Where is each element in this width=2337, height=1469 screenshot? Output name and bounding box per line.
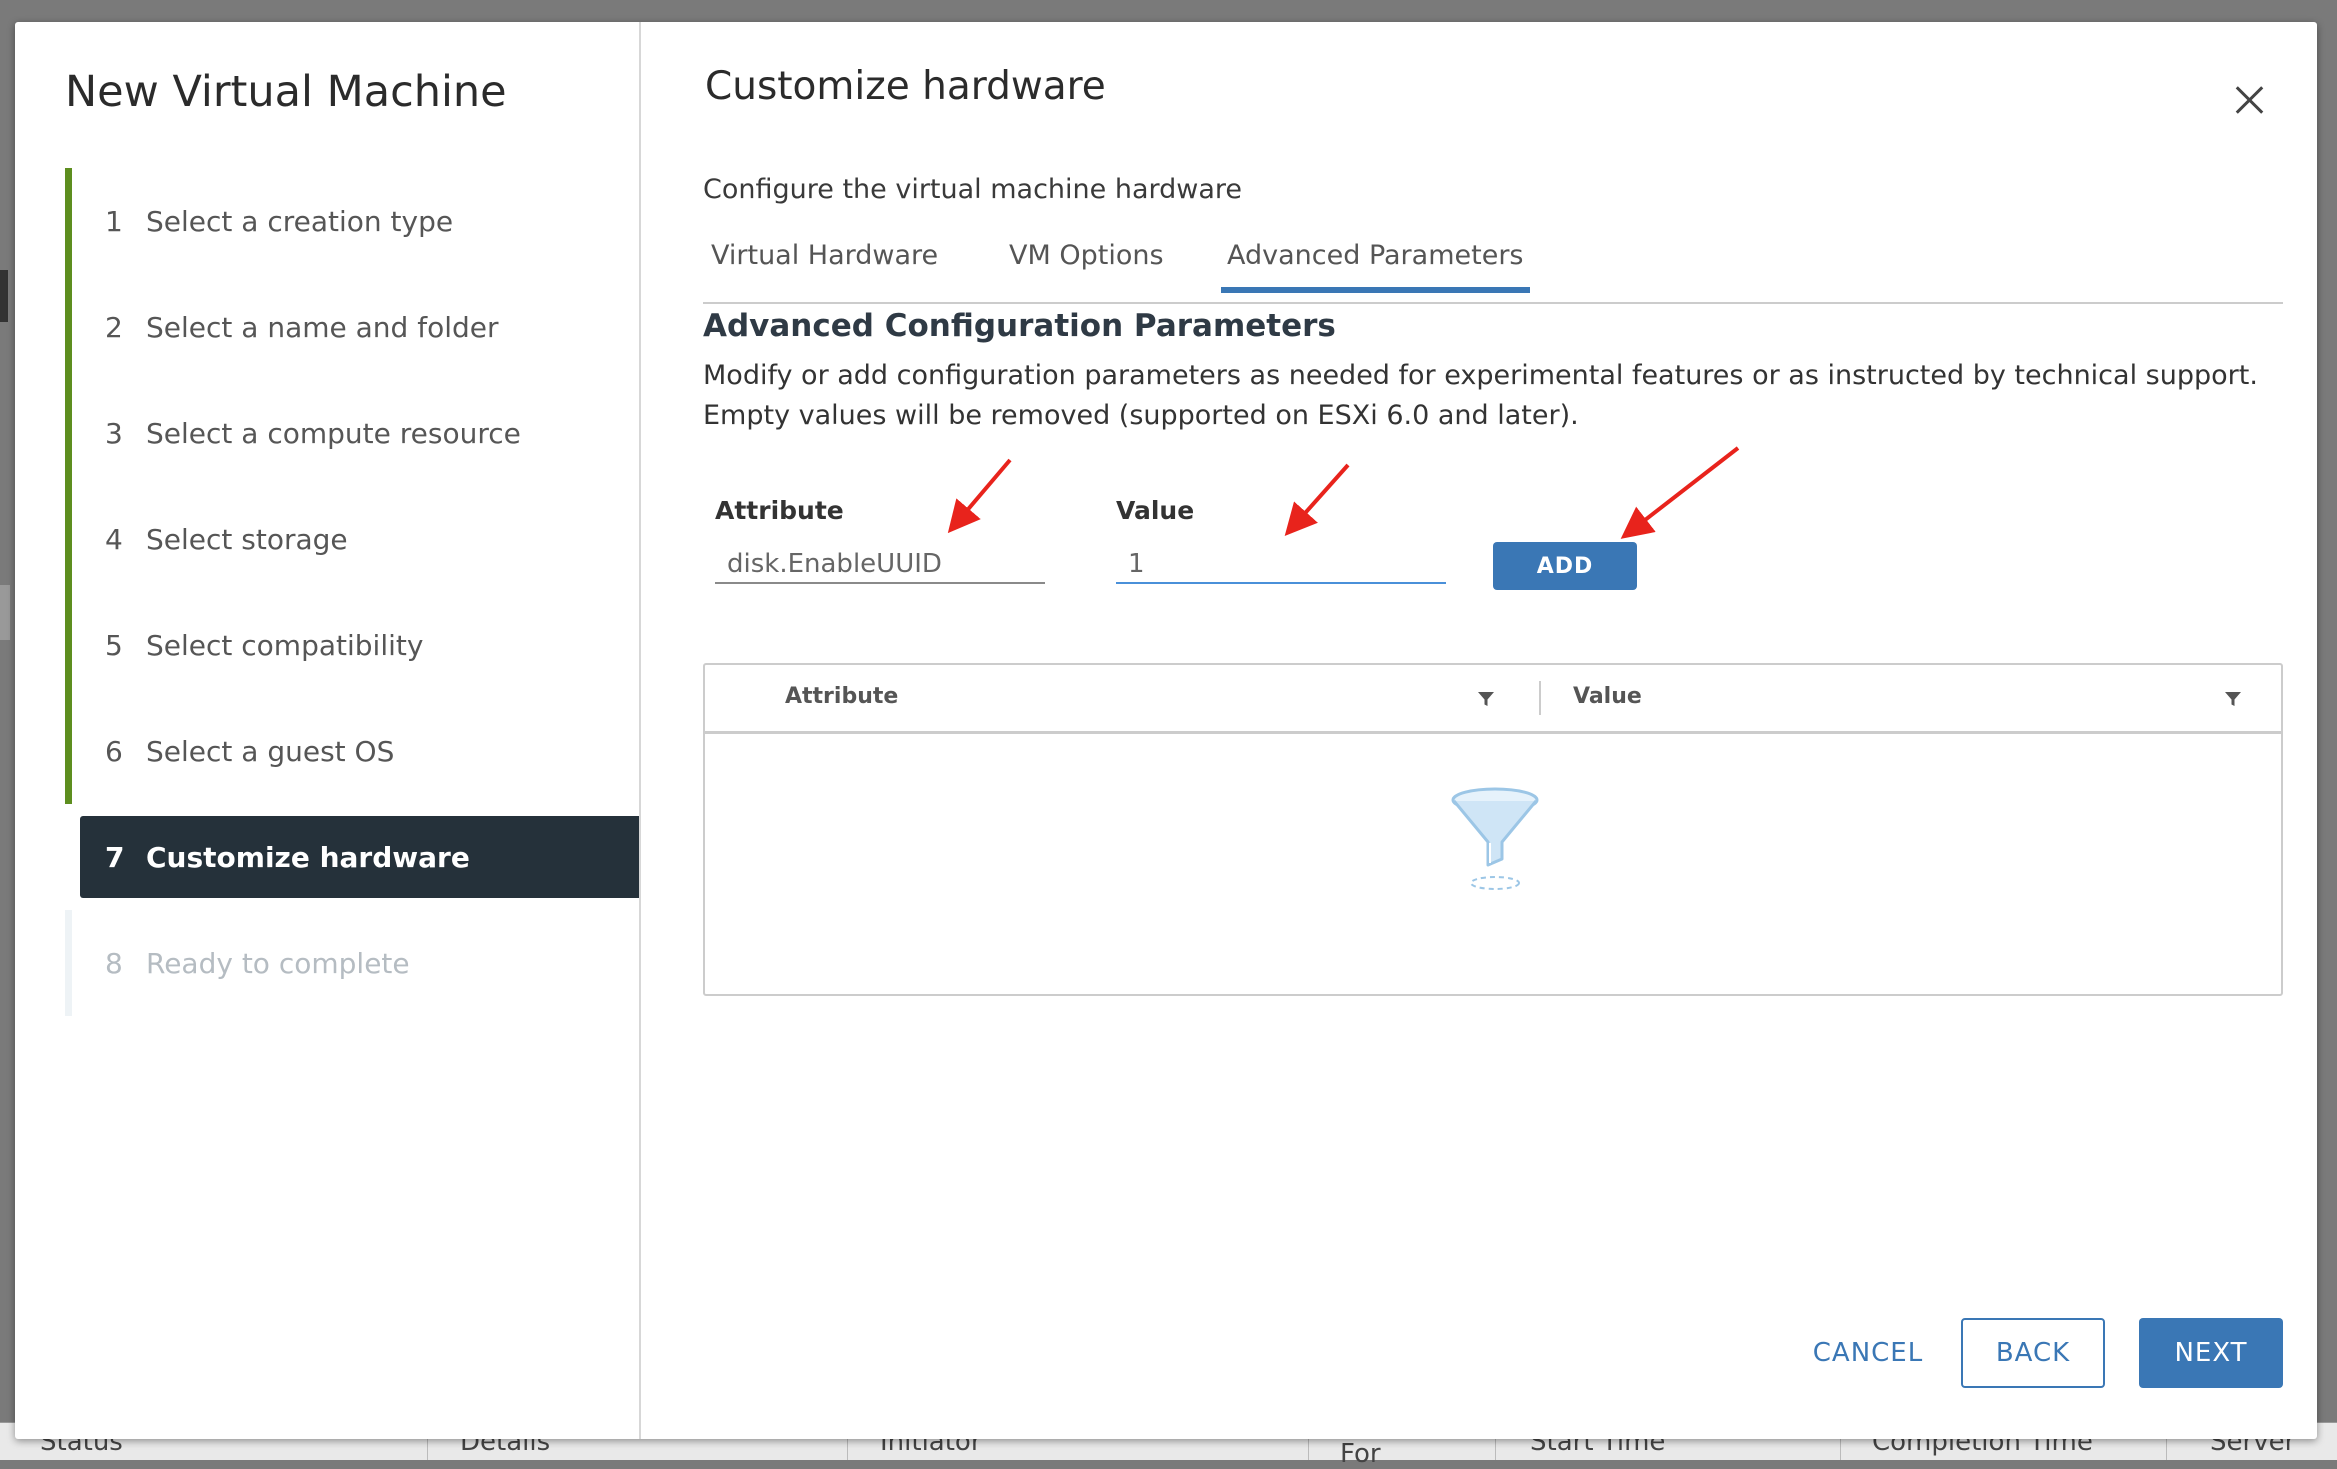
tab-advanced-parameters[interactable]: Advanced Parameters [1221, 240, 1530, 293]
attribute-input[interactable] [715, 546, 1045, 584]
section-description: Modify or add configuration parameters a… [703, 356, 2258, 436]
value-input[interactable] [1116, 546, 1446, 584]
step-progress-bar [65, 380, 72, 486]
section-desc-line-2: Empty values will be removed (supported … [703, 400, 1579, 431]
add-button[interactable]: ADD [1493, 542, 1637, 590]
tab-virtual-hardware[interactable]: Virtual Hardware [705, 240, 944, 287]
step-progress-bar [65, 910, 72, 1016]
wizard-step-3[interactable]: 3 Select a compute resource [65, 380, 639, 486]
grid-col-attribute[interactable]: Attribute [785, 684, 898, 709]
new-vm-wizard-dialog: New Virtual Machine 1 Select a creation t… [15, 22, 2317, 1439]
step-progress-bar [65, 274, 72, 380]
page-subtitle: Configure the virtual machine hardware [703, 174, 1243, 205]
step-number: 4 [105, 522, 123, 556]
step-label: Select a guest OS [146, 734, 395, 768]
attribute-label: Attribute [715, 496, 844, 525]
tab-vm-options[interactable]: VM Options [1003, 240, 1170, 287]
step-number: 5 [105, 628, 123, 662]
section-desc-line-1: Modify or add configuration parameters a… [703, 360, 2258, 391]
grid-col-value[interactable]: Value [1573, 684, 1642, 709]
grid-header: Attribute Value [705, 665, 2281, 734]
step-label: Select compatibility [146, 628, 424, 662]
wizard-step-5[interactable]: 5 Select compatibility [65, 592, 639, 698]
step-number: 6 [105, 734, 123, 768]
empty-funnel-icon [1451, 787, 1539, 890]
background-tab-marker [0, 270, 8, 322]
step-progress-bar [65, 698, 72, 804]
step-label: Customize hardware [146, 840, 470, 874]
step-progress-bar [65, 168, 72, 274]
hardware-tabs: Virtual Hardware VM Options Advanced Par… [703, 222, 2283, 304]
background-tab-marker [0, 585, 10, 640]
wizard-sidebar: New Virtual Machine 1 Select a creation t… [15, 22, 641, 1439]
section-title: Advanced Configuration Parameters [703, 308, 1336, 344]
step-progress-bar [65, 592, 72, 698]
step-number: 1 [105, 204, 123, 238]
filter-icon[interactable] [2223, 689, 2243, 709]
cancel-button[interactable]: CANCEL [1788, 1318, 1948, 1388]
step-label: Select a name and folder [146, 310, 499, 344]
wizard-step-7[interactable]: 7 Customize hardware [65, 804, 639, 910]
wizard-steps: 1 Select a creation type 2 Select a name an… [65, 168, 639, 1016]
wizard-content: Customize hardware Configure the virtual… [703, 22, 2317, 1439]
wizard-step-1[interactable]: 1 Select a creation type [65, 168, 639, 274]
wizard-step-8: 8 Ready to complete [65, 910, 639, 1016]
wizard-title: New Virtual Machine [65, 67, 507, 117]
step-number: 7 [105, 840, 125, 874]
page-title: Customize hardware [705, 64, 1106, 109]
step-number: 8 [105, 946, 123, 980]
bg-col-for: For [1340, 1439, 1381, 1469]
back-button[interactable]: BACK [1961, 1318, 2105, 1388]
step-progress-bar [65, 486, 72, 592]
step-number: 2 [105, 310, 123, 344]
grid-col-separator[interactable] [1539, 681, 1541, 715]
parameters-grid: Attribute Value [703, 663, 2283, 996]
filter-icon[interactable] [1476, 689, 1496, 709]
wizard-step-6[interactable]: 6 Select a guest OS [65, 698, 639, 804]
step-label: Select a creation type [146, 204, 454, 238]
step-label: Select a compute resource [146, 416, 521, 450]
value-label: Value [1116, 496, 1195, 525]
step-label: Ready to complete [146, 946, 410, 980]
step-number: 3 [105, 416, 123, 450]
step-label: Select storage [146, 522, 348, 556]
wizard-step-2[interactable]: 2 Select a name and folder [65, 274, 639, 380]
wizard-step-4[interactable]: 4 Select storage [65, 486, 639, 592]
next-button[interactable]: NEXT [2139, 1318, 2283, 1388]
close-icon[interactable] [2229, 80, 2269, 120]
